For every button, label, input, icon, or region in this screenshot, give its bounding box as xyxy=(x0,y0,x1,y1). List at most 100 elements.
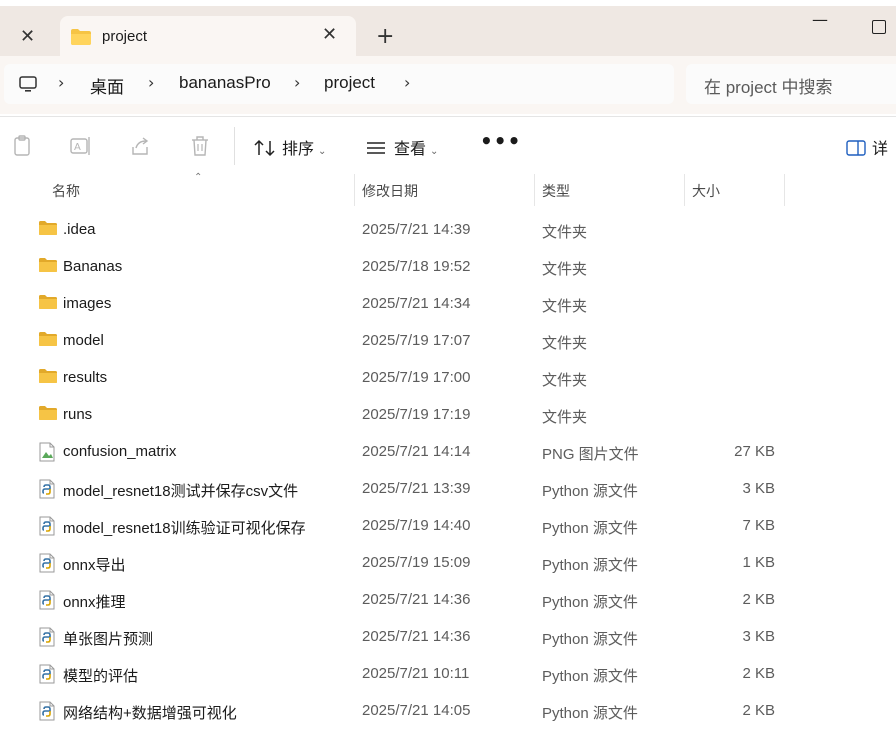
share-icon[interactable] xyxy=(130,135,152,161)
file-row[interactable]: results 2025/7/19 17:00 文件夹 xyxy=(0,360,896,397)
file-size: 1 KB xyxy=(742,554,775,571)
breadcrumb-desktop[interactable]: 桌面 xyxy=(90,73,124,98)
view-icon xyxy=(367,142,385,154)
column-divider[interactable] xyxy=(784,174,785,206)
file-type: 文件夹 xyxy=(542,372,588,389)
chevron-right-icon[interactable]: › xyxy=(294,73,300,92)
file-name: confusion_matrix xyxy=(63,443,177,460)
column-header-date[interactable]: 修改日期 xyxy=(362,181,418,201)
folder-icon xyxy=(38,220,58,240)
file-type: 文件夹 xyxy=(542,335,588,352)
file-row[interactable]: 模型的评估 2025/7/21 10:11 Python 源文件 2 KB xyxy=(0,656,896,693)
column-header-size[interactable]: 大小 xyxy=(692,181,720,201)
file-row[interactable]: .idea 2025/7/21 14:39 文件夹 xyxy=(0,212,896,249)
file-size: 7 KB xyxy=(742,517,775,534)
file-row[interactable]: 单张图片预测 2025/7/21 14:36 Python 源文件 3 KB xyxy=(0,619,896,656)
close-tab-icon[interactable]: ✕ xyxy=(322,24,337,45)
svg-text:A: A xyxy=(74,142,81,153)
chevron-right-icon[interactable]: › xyxy=(148,73,154,92)
column-divider[interactable] xyxy=(354,174,355,206)
file-date: 2025/7/19 17:07 xyxy=(362,332,471,349)
breadcrumb-project[interactable]: project xyxy=(324,73,375,93)
file-date: 2025/7/21 13:39 xyxy=(362,480,471,497)
python-file-icon xyxy=(38,516,56,540)
column-divider[interactable] xyxy=(534,174,535,206)
file-name: model xyxy=(63,332,104,349)
file-row[interactable]: onnx推理 2025/7/21 14:36 Python 源文件 2 KB xyxy=(0,582,896,619)
file-date: 2025/7/19 17:00 xyxy=(362,369,471,386)
chevron-right-icon[interactable]: › xyxy=(404,73,410,92)
column-divider[interactable] xyxy=(684,174,685,206)
python-file-icon xyxy=(38,664,56,688)
details-pane-button[interactable]: 详 xyxy=(846,135,888,159)
file-name: 单张图片预测 xyxy=(63,631,154,648)
python-file-icon xyxy=(38,553,56,577)
file-date: 2025/7/21 14:05 xyxy=(362,702,471,719)
file-size: 2 KB xyxy=(742,702,775,719)
tab-bar: ✕ project ✕ + — xyxy=(0,6,896,62)
file-type: Python 源文件 xyxy=(542,557,638,574)
file-row[interactable]: confusion_matrix 2025/7/21 14:14 PNG 图片文件 2… xyxy=(0,434,896,471)
this-pc-icon[interactable] xyxy=(18,74,38,98)
folder-icon xyxy=(38,294,58,314)
file-date: 2025/7/21 14:34 xyxy=(362,295,471,312)
close-tab-icon[interactable]: ✕ xyxy=(20,26,35,47)
file-row[interactable]: model_resnet18训练验证可视化保存 2025/7/19 14:40 Py… xyxy=(0,508,896,545)
view-label: 查看 xyxy=(394,141,427,158)
file-size: 27 KB xyxy=(734,443,775,460)
search-placeholder: 在 project 中搜索 xyxy=(704,78,833,97)
details-pane-icon xyxy=(846,140,866,156)
chevron-down-icon: ⌄ xyxy=(430,146,439,157)
image-file-icon xyxy=(38,442,56,466)
file-row[interactable]: onnx导出 2025/7/19 15:09 Python 源文件 1 KB xyxy=(0,545,896,582)
python-file-icon xyxy=(38,701,56,725)
file-type: 文件夹 xyxy=(542,224,588,241)
new-tab-button[interactable]: + xyxy=(376,24,394,49)
details-label: 详 xyxy=(872,139,889,158)
more-options-button[interactable]: ••• xyxy=(480,129,521,153)
file-name: model_resnet18测试并保存csv文件 xyxy=(63,483,299,500)
file-row[interactable]: runs 2025/7/19 17:19 文件夹 xyxy=(0,397,896,434)
file-type: Python 源文件 xyxy=(542,631,638,648)
folder-icon xyxy=(38,257,58,277)
chevron-right-icon[interactable]: › xyxy=(58,73,64,92)
file-row[interactable]: 网络结构+数据增强可视化 2025/7/21 14:05 Python 源文件 2 K… xyxy=(0,693,896,730)
file-type: Python 源文件 xyxy=(542,520,638,537)
search-input[interactable]: 在 project 中搜索 xyxy=(686,64,896,104)
paste-icon[interactable] xyxy=(12,135,32,161)
file-size: 3 KB xyxy=(742,628,775,645)
address-bar: › 桌面 › bananasPro › project › 在 project … xyxy=(0,56,896,114)
file-row[interactable]: images 2025/7/21 14:34 文件夹 xyxy=(0,286,896,323)
view-button[interactable]: 查看 ⌄ xyxy=(366,135,438,159)
file-date: 2025/7/21 14:14 xyxy=(362,443,471,460)
file-type: Python 源文件 xyxy=(542,483,638,500)
file-type: 文件夹 xyxy=(542,409,588,426)
sort-icon xyxy=(254,139,275,157)
file-name: onnx推理 xyxy=(63,594,126,611)
breadcrumb-bananaspro[interactable]: bananasPro xyxy=(179,73,271,93)
file-name: .idea xyxy=(63,221,96,238)
folder-icon xyxy=(70,28,92,50)
file-row[interactable]: model 2025/7/19 17:07 文件夹 xyxy=(0,323,896,360)
file-row[interactable]: Bananas 2025/7/18 19:52 文件夹 xyxy=(0,249,896,286)
file-date: 2025/7/21 10:11 xyxy=(362,665,470,682)
minimize-icon[interactable]: — xyxy=(812,10,828,29)
file-type: Python 源文件 xyxy=(542,705,638,722)
toolbar-divider xyxy=(234,127,235,165)
sort-label: 排序 xyxy=(282,141,315,158)
file-row[interactable]: model_resnet18测试并保存csv文件 2025/7/21 13:39 P… xyxy=(0,471,896,508)
maximize-icon[interactable] xyxy=(872,20,886,34)
column-header-name[interactable]: 名称 xyxy=(52,181,80,201)
rename-icon[interactable]: A xyxy=(70,135,92,161)
tab-previous[interactable]: ✕ xyxy=(0,14,52,58)
delete-icon[interactable] xyxy=(190,135,210,161)
file-name: model_resnet18训练验证可视化保存 xyxy=(63,520,306,537)
file-date: 2025/7/21 14:36 xyxy=(362,591,471,608)
file-date: 2025/7/19 15:09 xyxy=(362,554,471,571)
file-date: 2025/7/19 17:19 xyxy=(362,406,471,423)
breadcrumb[interactable]: › 桌面 › bananasPro › project › xyxy=(4,64,674,104)
file-name: Bananas xyxy=(63,258,123,275)
sort-button[interactable]: 排序 ⌄ xyxy=(254,135,326,159)
column-header-type[interactable]: 类型 xyxy=(542,181,570,201)
column-header-row: ⌃ 名称 修改日期 类型 大小 xyxy=(0,172,896,208)
